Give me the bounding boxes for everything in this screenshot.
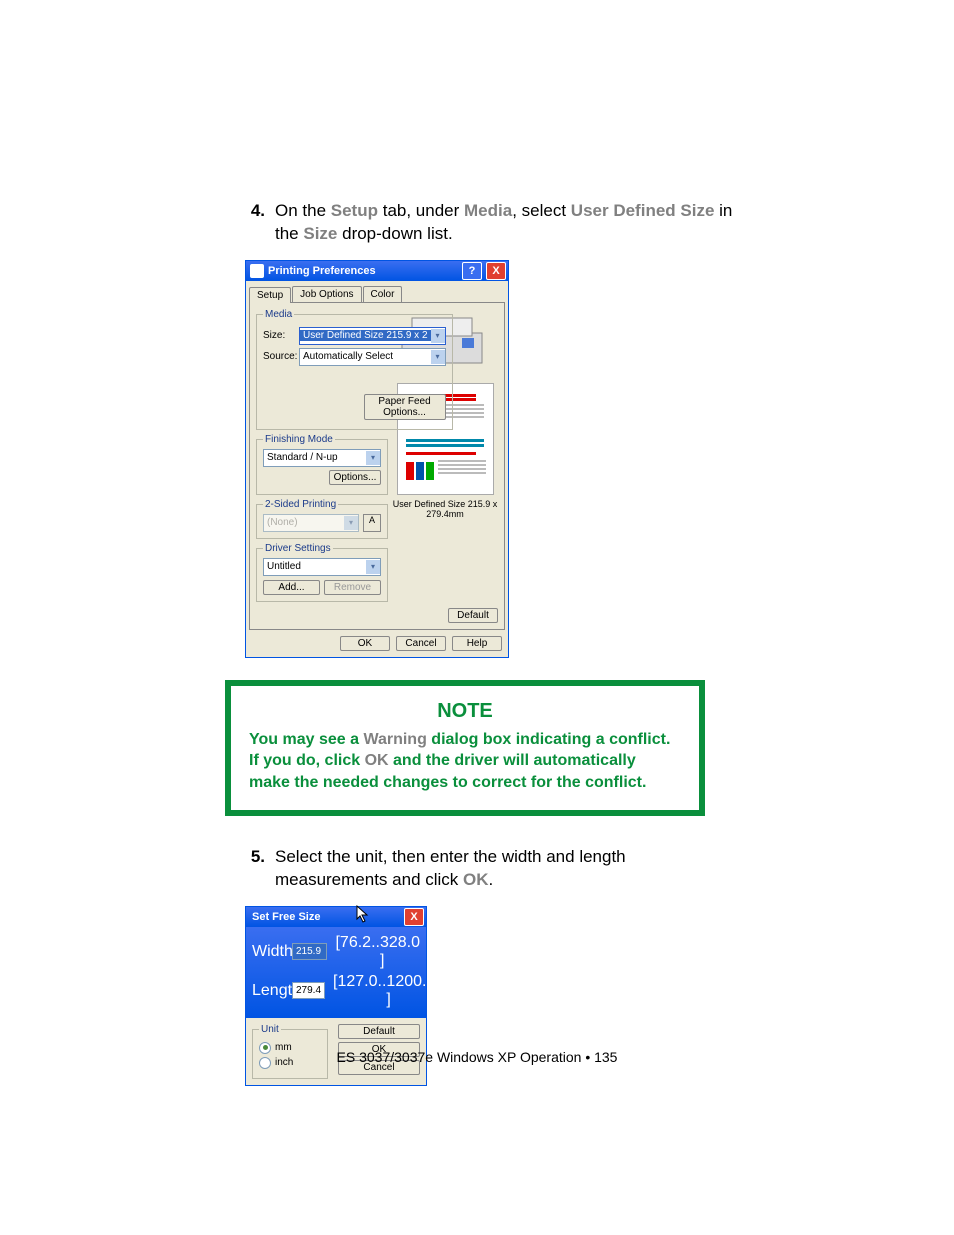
driver-select[interactable]: Untitled ▾ — [263, 558, 381, 576]
source-select[interactable]: Automatically Select ▾ — [299, 348, 446, 366]
tab-job-options[interactable]: Job Options — [292, 286, 361, 302]
tab-bar: Setup Job Options Color — [249, 286, 505, 302]
chevron-down-icon: ▾ — [431, 350, 445, 364]
preview-caption: User Defined Size 215.9 x 279.4mm — [392, 499, 498, 519]
ui-ref-media: Media — [464, 201, 512, 220]
width-range-lo: 76.2 — [340, 934, 371, 970]
width-input[interactable]: 215.9 — [292, 943, 327, 960]
paper-feed-options-button[interactable]: Paper Feed Options... — [364, 394, 446, 420]
printing-preferences-dialog: Printing Preferences ? X Setup Job Optio… — [245, 260, 509, 658]
tab-setup[interactable]: Setup — [249, 287, 291, 303]
size-select[interactable]: User Defined Size 215.9 x 2 ▾ — [299, 327, 446, 345]
dialog-title: Printing Preferences — [268, 265, 460, 277]
cursor-icon — [356, 905, 370, 923]
unit-legend: Unit — [259, 1024, 281, 1035]
note-box: NOTE You may see a Warning dialog box in… — [225, 680, 705, 816]
chevron-down-icon: ▾ — [344, 516, 358, 530]
step-4-text: On the Setup tab, under Media, select Us… — [275, 200, 739, 246]
add-button[interactable]: Add... — [263, 580, 320, 595]
cancel-button[interactable]: Cancel — [396, 636, 446, 651]
size-label: Size: — [263, 330, 299, 341]
dialog-titlebar[interactable]: Set Free Size X — [246, 907, 426, 927]
tab-color[interactable]: Color — [363, 286, 403, 302]
step-5-number: 5. — [235, 846, 275, 892]
length-label: Length: — [252, 982, 292, 1000]
step-5-text: Select the unit, then enter the width an… — [275, 846, 739, 892]
chevron-down-icon: ▾ — [366, 560, 380, 574]
duplex-icon: A — [363, 514, 381, 532]
note-body: You may see a Warning dialog box indicat… — [249, 729, 681, 794]
close-icon[interactable]: X — [404, 908, 424, 926]
finishing-legend: Finishing Mode — [263, 434, 335, 445]
options-button[interactable]: Options... — [329, 470, 381, 485]
ui-ref-ok: OK — [463, 870, 489, 889]
finishing-mode-group: Finishing Mode Standard / N-up ▾ Options… — [256, 434, 388, 495]
source-label: Source: — [263, 351, 299, 362]
printer-icon — [250, 264, 264, 278]
chevron-down-icon: ▾ — [366, 451, 380, 465]
driver-settings-group: Driver Settings Untitled ▾ Add... Remove — [256, 543, 388, 602]
length-range-lo: 127.0 — [337, 973, 377, 1009]
finishing-select[interactable]: Standard / N-up ▾ — [263, 449, 381, 467]
length-input[interactable]: 279.4 — [292, 982, 325, 999]
ui-ref-ok: OK — [365, 752, 389, 769]
help-icon[interactable]: ? — [462, 262, 482, 280]
default-button[interactable]: Default — [338, 1024, 420, 1039]
media-legend: Media — [263, 309, 294, 320]
remove-button: Remove — [324, 580, 381, 595]
page-footer: ES 3037/3037e Windows XP Operation • 135 — [0, 1049, 954, 1065]
duplex-legend: 2-Sided Printing — [263, 499, 338, 510]
close-icon[interactable]: X — [486, 262, 506, 280]
ui-ref-warning: Warning — [363, 731, 426, 748]
dialog-titlebar[interactable]: Printing Preferences ? X — [246, 261, 508, 281]
step-4-number: 4. — [235, 200, 275, 246]
default-button[interactable]: Default — [448, 608, 498, 623]
media-group: Media Size: User Defined Size 215.9 x 2 … — [256, 309, 453, 430]
note-title: NOTE — [249, 700, 681, 723]
ui-ref-user-defined-size: User Defined Size — [571, 201, 715, 220]
step-5: 5. Select the unit, then enter the width… — [235, 846, 739, 892]
dialog-title: Set Free Size — [246, 911, 402, 923]
length-range-hi: 1200.0 ] — [386, 973, 435, 1009]
chevron-down-icon: ▾ — [431, 329, 445, 343]
step-4: 4. On the Setup tab, under Media, select… — [235, 200, 739, 246]
ui-ref-size: Size — [303, 224, 337, 243]
ui-ref-setup: Setup — [331, 201, 378, 220]
help-button[interactable]: Help — [452, 636, 502, 651]
ok-button[interactable]: OK — [340, 636, 390, 651]
width-range-hi: 328.0 ] — [380, 934, 420, 970]
driver-legend: Driver Settings — [263, 543, 333, 554]
duplex-group: 2-Sided Printing (None) ▾ A — [256, 499, 388, 539]
width-label: Width: — [252, 943, 292, 961]
duplex-select: (None) ▾ — [263, 514, 359, 532]
